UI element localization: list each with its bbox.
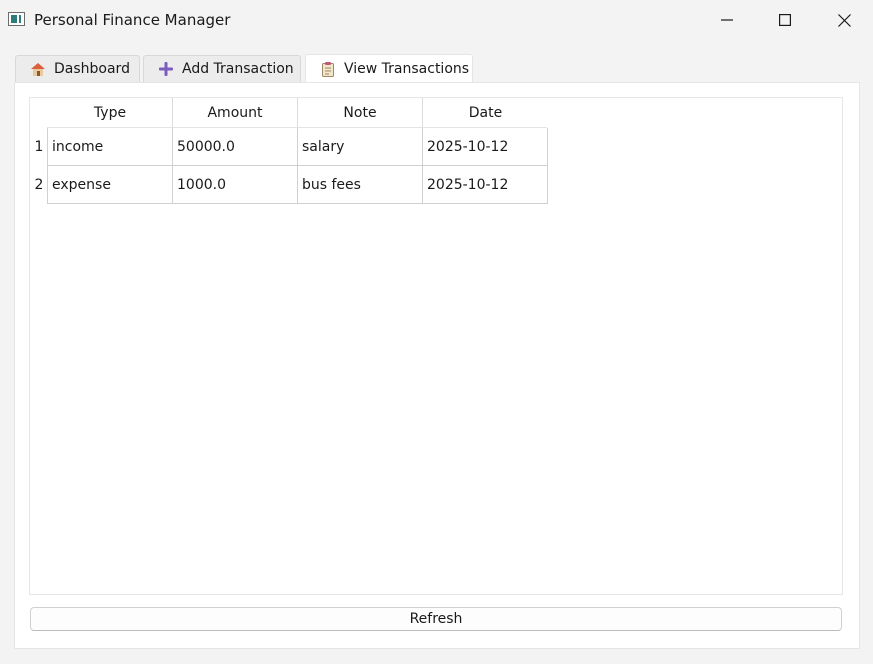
column-header-note[interactable]: Note <box>298 98 423 128</box>
row-number[interactable]: 2 <box>30 166 48 204</box>
table-cell-amount[interactable]: 1000.0 <box>173 166 298 204</box>
house-icon <box>30 61 46 77</box>
table-cell-type[interactable]: expense <box>48 166 173 204</box>
row-number[interactable]: 1 <box>30 128 48 166</box>
minimize-icon <box>721 19 733 21</box>
tab-view-transactions[interactable]: View Transactions <box>305 54 473 82</box>
view-transactions-panel: Type Amount Note Date 1 income 50000.0 s… <box>14 82 860 649</box>
clipboard-icon <box>320 61 336 77</box>
transactions-table[interactable]: Type Amount Note Date 1 income 50000.0 s… <box>29 97 843 595</box>
app-window: Personal Finance Manager Dashboard Add T… <box>0 0 873 664</box>
table-cell-note[interactable]: salary <box>298 128 423 166</box>
table-cell-date[interactable]: 2025-10-12 <box>423 166 548 204</box>
maximize-button[interactable] <box>756 0 814 40</box>
table-cell-date[interactable]: 2025-10-12 <box>423 128 548 166</box>
app-icon <box>8 12 25 26</box>
close-icon <box>837 13 851 27</box>
window-title: Personal Finance Manager <box>34 11 231 29</box>
close-button[interactable] <box>815 0 873 40</box>
tab-dashboard[interactable]: Dashboard <box>15 55 140 82</box>
table-cell-type[interactable]: income <box>48 128 173 166</box>
tab-label: Add Transaction <box>182 61 294 77</box>
column-header-type[interactable]: Type <box>48 98 173 128</box>
title-bar[interactable]: Personal Finance Manager <box>0 0 873 40</box>
refresh-button[interactable]: Refresh <box>30 607 842 631</box>
plus-icon <box>158 61 174 77</box>
maximize-icon <box>779 14 791 26</box>
table-cell-note[interactable]: bus fees <box>298 166 423 204</box>
table-cell-amount[interactable]: 50000.0 <box>173 128 298 166</box>
tab-label: View Transactions <box>344 60 470 77</box>
column-header-date[interactable]: Date <box>423 98 548 128</box>
minimize-button[interactable] <box>698 0 756 40</box>
column-header-amount[interactable]: Amount <box>173 98 298 128</box>
tab-label: Dashboard <box>54 61 130 77</box>
tab-add-transaction[interactable]: Add Transaction <box>143 55 301 82</box>
